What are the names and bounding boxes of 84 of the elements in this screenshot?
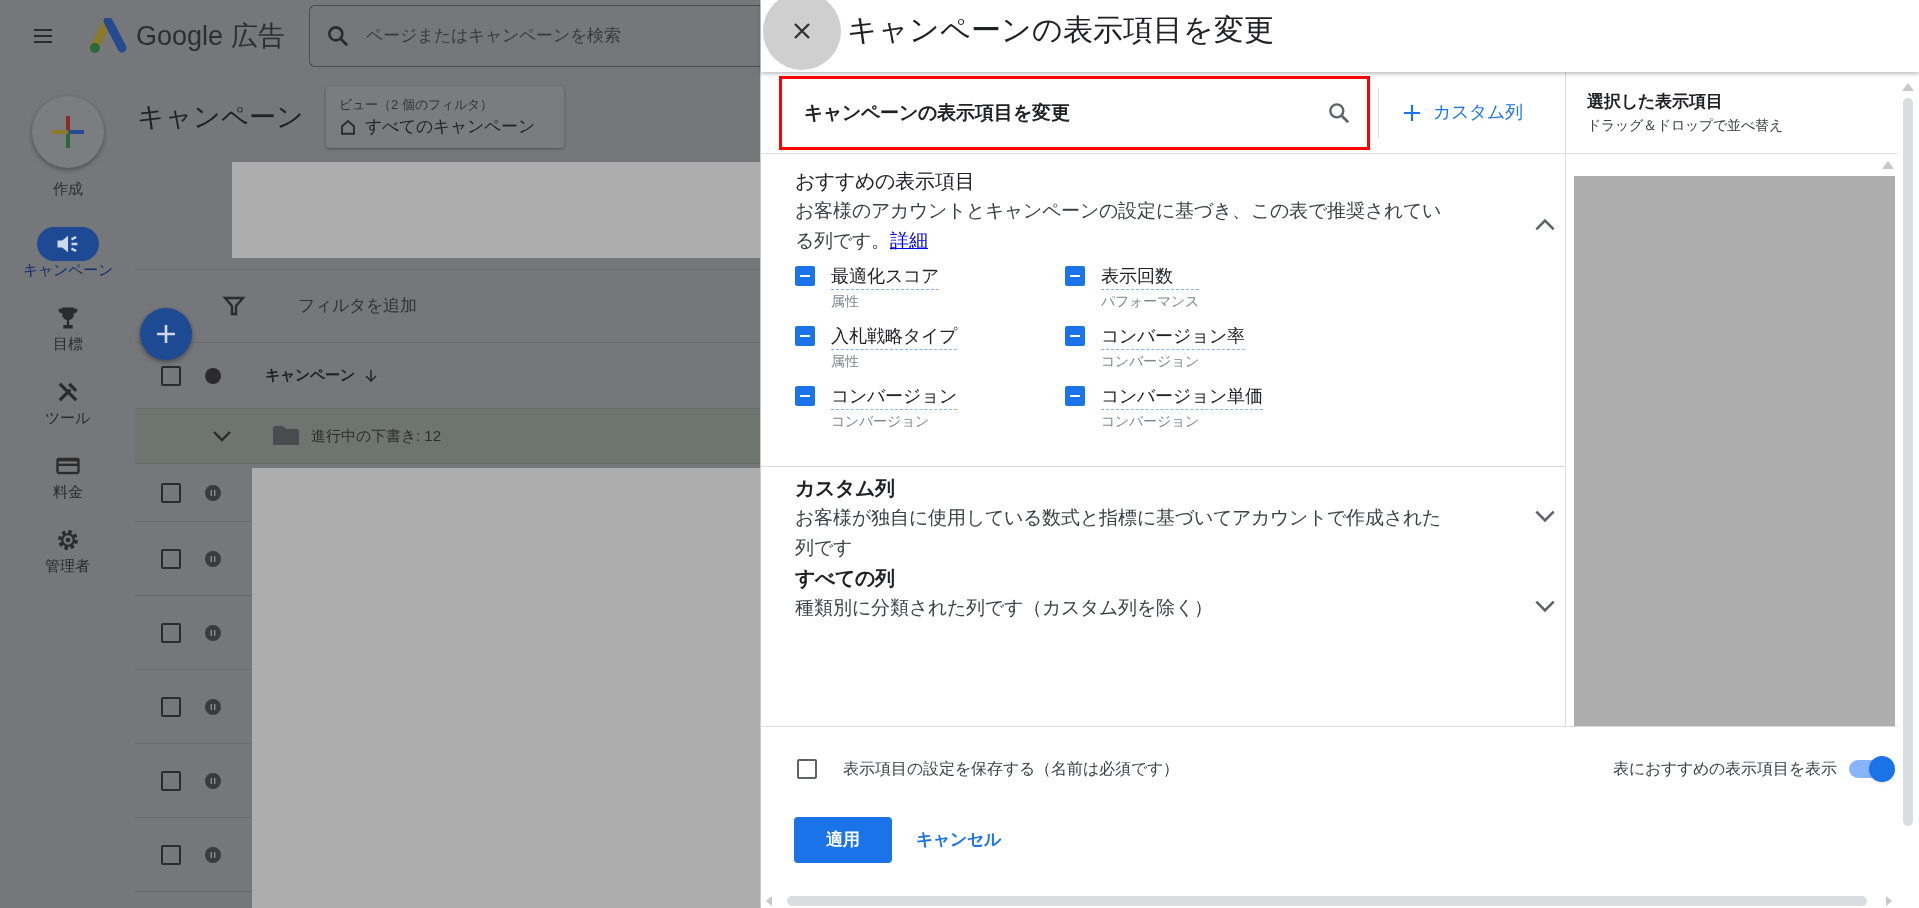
nav-label: 管理者 <box>44 556 91 575</box>
product-name: Google 広告 <box>136 19 285 53</box>
checkbox[interactable] <box>161 696 181 717</box>
nav-label: 目標 <box>51 334 84 353</box>
sort-arrow-icon[interactable] <box>363 367 379 384</box>
column-category: 属性 <box>831 352 860 371</box>
pause-icon <box>205 772 221 789</box>
nav-item[interactable]: キャンペーン <box>7 226 128 279</box>
create-button[interactable] <box>31 96 104 168</box>
checkbox[interactable] <box>1065 326 1085 346</box>
section-title: おすすめの表示項目 <box>795 169 976 194</box>
save-settings-label: 表示項目の設定を保存する（名前は必須です） <box>843 759 1179 779</box>
recommend-toggle-label: 表におすすめの表示項目を表示 <box>1613 759 1837 779</box>
panel-title: キャンペーンの表示項目を変更 <box>847 11 1274 48</box>
checkbox[interactable] <box>161 482 181 503</box>
pause-icon <box>205 698 221 715</box>
plus-icon <box>51 116 84 148</box>
column-category: コンバージョン <box>1101 412 1200 431</box>
create-label: 作成 <box>52 179 83 199</box>
checkbox[interactable] <box>1065 266 1085 286</box>
page-title: キャンペーン <box>137 100 304 134</box>
checkbox[interactable] <box>795 386 815 406</box>
nav-label: ツール <box>44 408 91 427</box>
filter-label[interactable]: フィルタを追加 <box>298 293 417 319</box>
view-name: すべてのキャンペーン <box>365 116 535 138</box>
custom-column-button[interactable]: カスタム列 <box>1395 90 1531 135</box>
checkbox[interactable] <box>161 365 181 386</box>
section-description: お客様のアカウントとキャンペーンの設定に基づき、この表で推奨されている列です。詳細 <box>795 199 1442 253</box>
pause-icon <box>205 624 221 641</box>
column-name[interactable]: 入札戦略タイプ <box>831 323 957 350</box>
nav-item[interactable]: 管理者 <box>7 522 128 575</box>
add-campaign-button[interactable] <box>140 308 192 360</box>
scrollbar-thumb[interactable] <box>787 896 1867 906</box>
nav-item[interactable]: ツール <box>7 374 128 427</box>
search-field[interactable]: キャンペーンの表示項目を変更 <box>779 75 1370 150</box>
checkbox[interactable] <box>795 326 815 346</box>
home-icon <box>339 117 357 136</box>
section-description: お客様が独自に使用している数式と指標に基づいてアカウントで作成された列です <box>795 506 1442 560</box>
checkbox[interactable] <box>161 844 181 865</box>
close-icon <box>792 21 812 41</box>
section-description: 種類別に分類された列です（カスタム列を除く） <box>795 596 1214 620</box>
pause-icon <box>205 484 221 501</box>
column-category: 属性 <box>831 292 860 311</box>
column-name[interactable]: コンバージョン率 <box>1101 323 1245 350</box>
search-field[interactable]: ページまたはキャンペーンを検索 <box>308 5 760 67</box>
folder-icon <box>273 425 299 447</box>
selected-columns-hint: ドラッグ＆ドロップで並べ替え <box>1587 115 1784 135</box>
close-button[interactable] <box>763 0 841 70</box>
column-category: パフォーマンス <box>1101 292 1199 311</box>
column-header[interactable]: キャンペーン <box>265 364 355 387</box>
filter-icon[interactable] <box>222 294 246 318</box>
draft-group-label: 進行中の下書き: 12 <box>311 425 442 446</box>
pause-icon <box>205 550 221 567</box>
nav-item[interactable]: 料金 <box>7 448 128 501</box>
checkbox[interactable] <box>161 622 181 643</box>
toggle-switch[interactable] <box>1847 756 1895 782</box>
column-category: コンバージョン <box>1101 352 1200 371</box>
nav-item[interactable]: 目標 <box>7 300 128 353</box>
selected-columns-title: 選択した表示項目 <box>1587 91 1724 114</box>
apply-button[interactable]: 適用 <box>794 817 892 863</box>
checkbox[interactable] <box>795 266 815 286</box>
checkbox[interactable] <box>1065 386 1085 406</box>
draft-group-row[interactable]: 進行中の下書き: 12 <box>135 409 760 464</box>
pause-icon <box>205 846 221 863</box>
nav-label: 料金 <box>51 482 84 501</box>
column-name[interactable]: 表示回数 <box>1101 263 1199 290</box>
column-name[interactable]: コンバージョン単価 <box>1101 383 1263 410</box>
section-title: すべての列 <box>795 566 896 591</box>
checkbox[interactable] <box>161 548 181 569</box>
view-label: ビュー（2 個のフィルタ） <box>339 95 494 114</box>
cancel-button[interactable]: キャンセル <box>914 817 1003 863</box>
scrollbar-thumb[interactable] <box>1903 98 1913 826</box>
checkbox[interactable] <box>161 770 181 791</box>
plus-icon <box>1403 103 1421 122</box>
logo-icon <box>88 18 128 54</box>
details-link[interactable]: 詳細 <box>890 230 928 251</box>
view-selector[interactable]: ビュー（2 個のフィルタ） すべてのキャンペーン <box>326 86 564 148</box>
column-category: コンバージョン <box>831 412 930 431</box>
nav-label: キャンペーン <box>22 260 113 279</box>
column-name[interactable]: コンバージョン <box>831 383 957 410</box>
plus-icon <box>154 322 178 346</box>
checkbox[interactable] <box>797 759 817 779</box>
section-title: カスタム列 <box>795 476 896 501</box>
column-name[interactable]: 最適化スコア <box>831 263 939 290</box>
